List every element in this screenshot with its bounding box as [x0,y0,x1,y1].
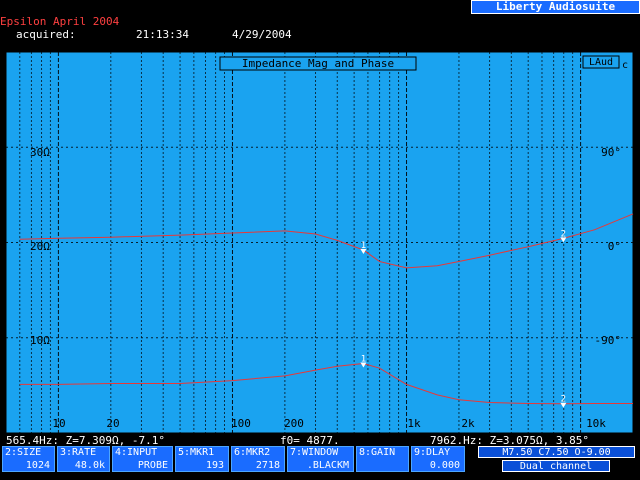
fkey-input-label: 4:INPUT [115,447,158,458]
fkey-mkr2[interactable]: 6:MKR2 2718 [231,446,285,472]
fkey-window-label: 7:WINDOW [290,447,339,458]
fkey-window-value: .BLACKM [306,460,349,471]
acquired-date: 4/29/2004 [232,28,292,41]
x-tick-200: 200 [284,417,304,430]
fkey-input[interactable]: 4:INPUT PROBE [112,446,173,472]
plot-badge: LAud [589,57,613,68]
fkey-rate-value: 48.0k [74,460,105,471]
channel-mode[interactable]: Dual channel [502,460,610,472]
x-tick-10: 10 [52,417,65,430]
fkey-dlay[interactable]: 9:DLAY 0.000 [411,446,465,472]
fkey-gain-label: 8:GAIN [359,447,396,458]
document-title: Epsilon April 2004 [0,15,120,28]
fkey-mkr1-value: 193 [205,460,224,471]
fkey-rate-label: 3:RATE [60,447,97,458]
fkey-dlay-value: 0.000 [429,460,460,471]
x-tick-2k: 2k [461,417,475,430]
plot-title: Impedance Mag and Phase [242,57,394,70]
fkey-size-label: 2:SIZE [5,447,42,458]
fkey-mkr1-label: 5:MKR1 [178,447,215,458]
right-tick-minus90: -90° [595,334,622,347]
x-tick-20: 20 [106,417,119,430]
left-tick-30: 30Ω [30,146,50,159]
fkey-size-value: 1024 [25,460,50,471]
fkey-window[interactable]: 7:WINDOW .BLACKM [287,446,354,472]
impedance-plot[interactable]: 1122 Impedance Mag and Phase LAud c 30Ω … [0,46,640,434]
fkey-dlay-label: 9:DLAY [414,447,451,458]
left-tick-10: 10Ω [30,334,50,347]
fkey-size[interactable]: 2:SIZE 1024 [2,446,55,472]
app-brand: Liberty Audiosuite [471,0,640,14]
fkey-rate[interactable]: 3:RATE 48.0k [57,446,110,472]
acquired-time: 21:13:34 [136,28,189,41]
left-tick-20: 20Ω [30,240,50,253]
x-tick-100: 100 [231,417,251,430]
x-tick-10k: 10k [586,417,606,430]
x-tick-1k: 1k [407,417,421,430]
fkey-mkr1[interactable]: 5:MKR1 193 [175,446,229,472]
fkey-gain[interactable]: 8:GAIN [356,446,409,472]
plot-badge-suffix: c [622,60,628,71]
plot-area [5,51,634,434]
fkey-mkr2-label: 6:MKR2 [234,447,271,458]
acquired-label: acquired: [16,28,76,41]
level-status: M7.50 C7.50 O-9.00 [478,446,635,458]
right-tick-0: 0° [608,240,621,253]
fkey-input-value: PROBE [137,460,168,471]
right-tick-90: 90° [601,146,621,159]
fkey-mkr2-value: 2718 [255,460,280,471]
